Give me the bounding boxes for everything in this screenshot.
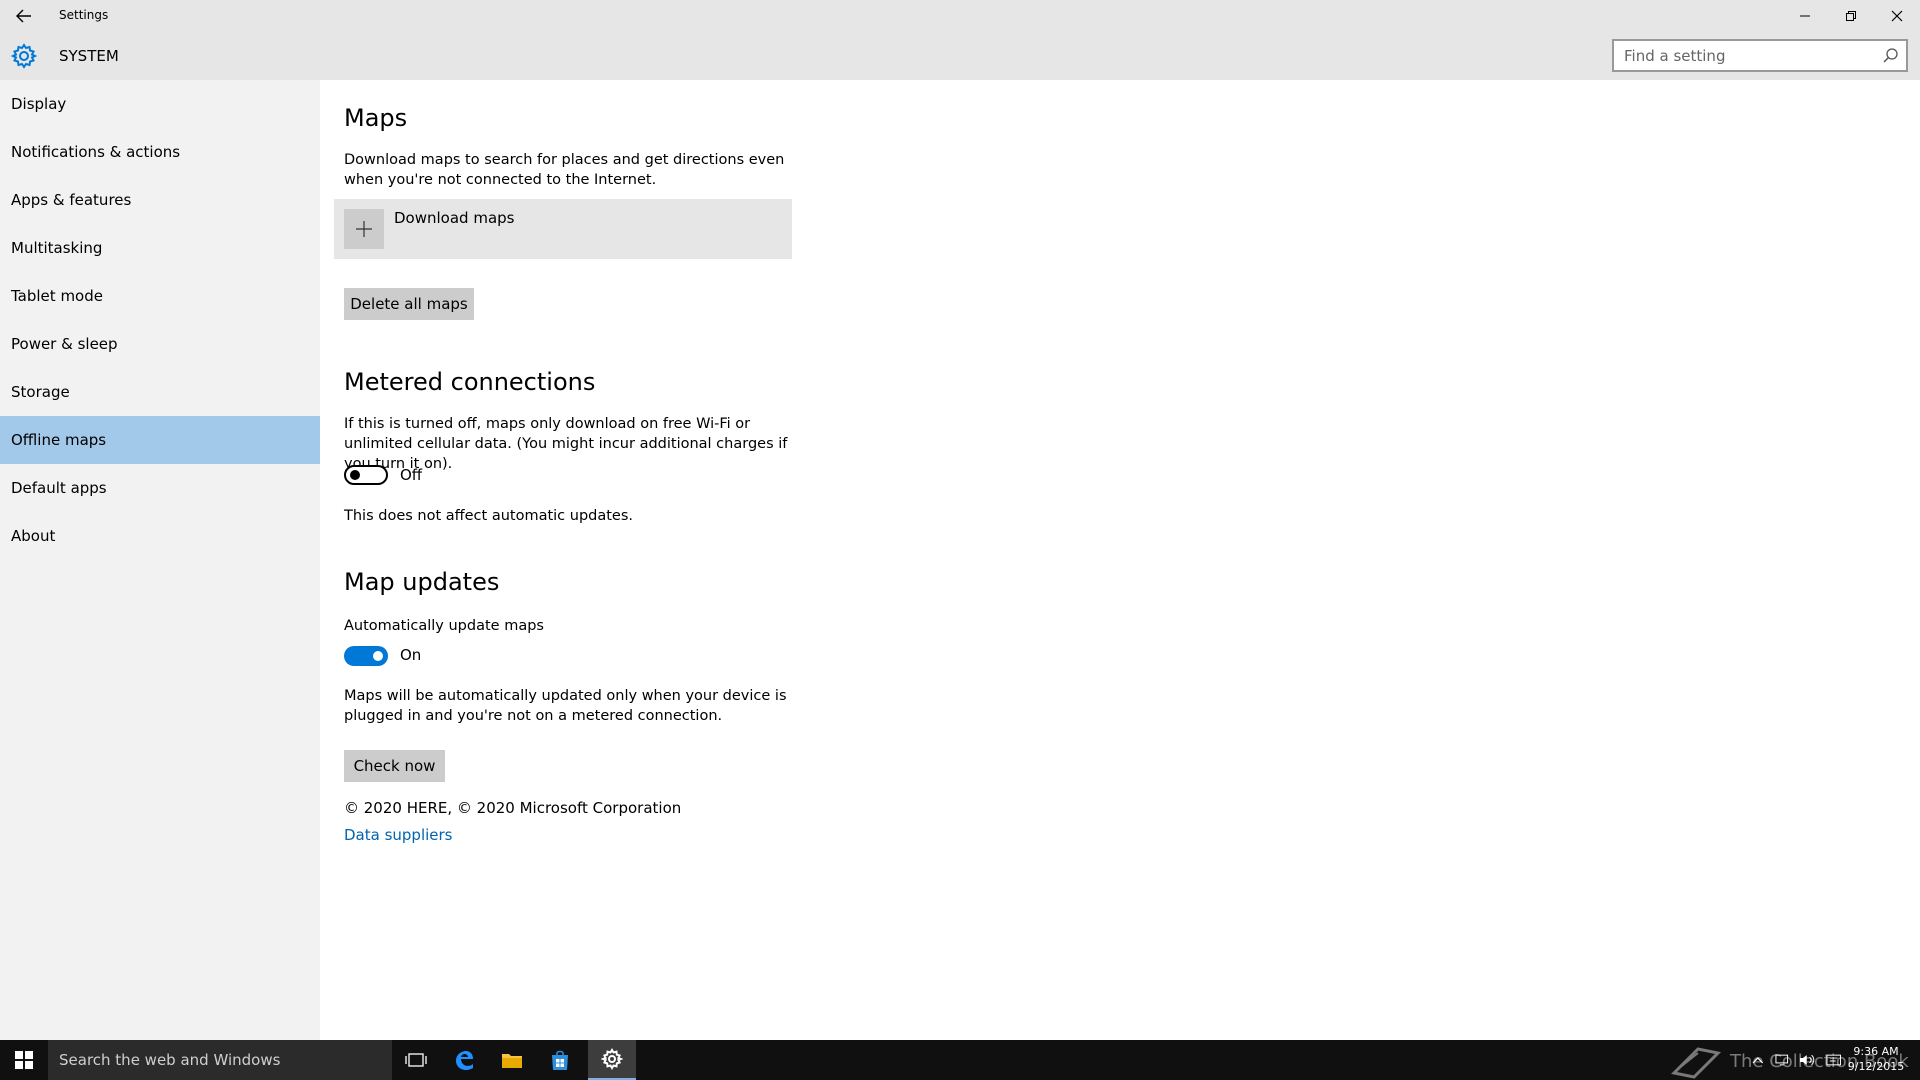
- window-title: Settings: [59, 8, 109, 22]
- updates-description: Maps will be automatically updated only …: [344, 688, 787, 724]
- taskbar-search-box[interactable]: Search the web and Windows: [48, 1040, 392, 1080]
- windows-start-icon[interactable]: [0, 1040, 48, 1080]
- sidebar-item-offline-maps[interactable]: Offline maps: [0, 416, 320, 464]
- gear-icon: [10, 42, 38, 70]
- auto-update-toggle[interactable]: [344, 646, 388, 666]
- title-bar: Settings: [0, 0, 1920, 32]
- search-placeholder: Find a setting: [1624, 47, 1726, 65]
- chevron-up-icon[interactable]: [1752, 1055, 1764, 1065]
- data-suppliers-link[interactable]: Data suppliers: [344, 826, 453, 844]
- task-view-icon[interactable]: [392, 1040, 440, 1080]
- metered-heading: Metered connections: [344, 368, 596, 396]
- sidebar-item-label: Apps & features: [11, 191, 132, 209]
- plus-icon: [344, 209, 384, 249]
- metered-description: If this is turned off, maps only downloa…: [344, 416, 788, 472]
- settings-taskbar-icon[interactable]: [588, 1040, 636, 1080]
- sidebar-item-label: Offline maps: [11, 431, 107, 449]
- auto-update-toggle-state: On: [400, 646, 422, 664]
- system-tray: [1752, 1040, 1842, 1080]
- edge-browser-icon[interactable]: [440, 1040, 488, 1080]
- sidebar-item-storage[interactable]: Storage: [0, 368, 320, 416]
- clock-time: 9:36 AM: [1853, 1045, 1899, 1058]
- sidebar-item-apps-features[interactable]: Apps & features: [0, 176, 320, 224]
- sidebar-item-label: Notifications & actions: [11, 143, 181, 161]
- sidebar-item-about[interactable]: About: [0, 512, 320, 560]
- clock-date: 9/12/2015: [1847, 1060, 1905, 1073]
- sidebar-item-notifications[interactable]: Notifications & actions: [0, 128, 320, 176]
- taskbar: Search the web and Windows The Collectio…: [0, 1040, 1920, 1080]
- sidebar-item-default-apps[interactable]: Default apps: [0, 464, 320, 512]
- taskbar-search-text: Search the web and Windows: [59, 1051, 281, 1069]
- delete-all-maps-button[interactable]: Delete all maps: [344, 288, 474, 320]
- download-maps-button[interactable]: Download maps: [334, 199, 792, 259]
- copyright-text: © 2020 HERE, © 2020 Microsoft Corporatio…: [344, 799, 682, 817]
- sidebar-item-label: Storage: [11, 383, 70, 401]
- sidebar-item-label: Multitasking: [11, 239, 103, 257]
- restore-icon[interactable]: [1828, 0, 1874, 32]
- sidebar-item-label: Default apps: [11, 479, 107, 497]
- book-icon: [1670, 1047, 1722, 1079]
- settings-header: SYSTEM Find a setting: [0, 32, 1920, 80]
- section-title: SYSTEM: [59, 47, 119, 65]
- maps-heading: Maps: [344, 104, 408, 132]
- toggle-knob: [373, 651, 383, 661]
- download-maps-label: Download maps: [394, 209, 515, 227]
- metered-note: This does not affect automatic updates.: [344, 508, 634, 524]
- search-icon[interactable]: [1882, 47, 1900, 65]
- taskbar-clock[interactable]: 9:36 AM 9/12/2015: [1846, 1044, 1906, 1074]
- close-icon[interactable]: [1874, 0, 1920, 32]
- sidebar-item-label: Tablet mode: [11, 287, 103, 305]
- maps-description: Download maps to search for places and g…: [344, 152, 785, 188]
- sidebar-item-tablet-mode[interactable]: Tablet mode: [0, 272, 320, 320]
- auto-update-label: Automatically update maps: [344, 618, 544, 634]
- check-now-button[interactable]: Check now: [344, 750, 445, 782]
- action-center-icon[interactable]: [1825, 1053, 1842, 1067]
- sidebar-item-display[interactable]: Display: [0, 80, 320, 128]
- toggle-knob: [350, 470, 360, 480]
- volume-icon[interactable]: [1799, 1053, 1816, 1067]
- file-explorer-icon[interactable]: [488, 1040, 536, 1080]
- metered-toggle[interactable]: [344, 465, 388, 485]
- sidebar-item-multitasking[interactable]: Multitasking: [0, 224, 320, 272]
- metered-toggle-state: Off: [400, 466, 423, 484]
- find-setting-search[interactable]: Find a setting: [1612, 39, 1908, 72]
- sidebar-item-power-sleep[interactable]: Power & sleep: [0, 320, 320, 368]
- minimize-icon[interactable]: [1782, 0, 1828, 32]
- sidebar: Display Notifications & actions Apps & f…: [0, 80, 320, 1040]
- sidebar-item-label: Display: [11, 95, 67, 113]
- sidebar-item-label: Power & sleep: [11, 335, 118, 353]
- sidebar-item-label: About: [11, 527, 56, 545]
- back-arrow-icon[interactable]: [10, 4, 38, 28]
- updates-heading: Map updates: [344, 568, 500, 596]
- store-icon[interactable]: [536, 1040, 584, 1080]
- network-icon[interactable]: [1774, 1053, 1791, 1067]
